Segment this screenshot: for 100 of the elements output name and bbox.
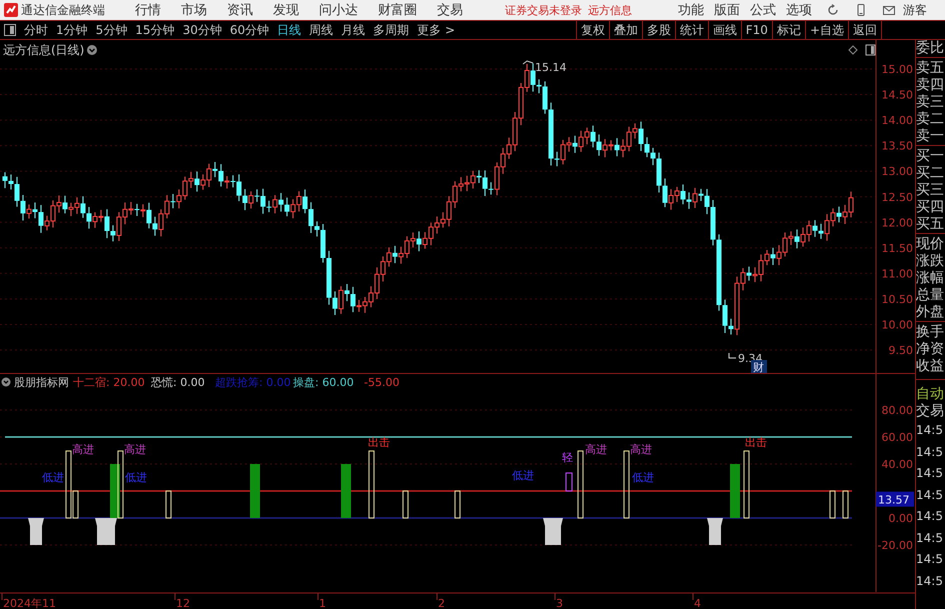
period-tab[interactable]: 月线 xyxy=(337,22,370,38)
signal-label: 低进 xyxy=(42,471,64,484)
signal-label: 轻 xyxy=(562,451,573,464)
period-tab[interactable]: 周线 xyxy=(305,22,338,38)
toolbar-button[interactable]: F10 xyxy=(740,21,772,39)
menu-item[interactable]: 问小达 xyxy=(319,1,358,19)
indicator-readout: -55.00 xyxy=(364,376,400,389)
price-tick: 10.00 xyxy=(882,318,913,332)
price-tick: 10.50 xyxy=(882,292,913,306)
high-price-label: 15.14 xyxy=(535,61,566,74)
status-notice[interactable]: 证券交易未登录 xyxy=(505,2,582,18)
signal-label: 出击 xyxy=(368,436,390,449)
price-tick: 11.00 xyxy=(882,267,913,280)
date-label: 1 xyxy=(319,597,326,609)
cursor-value-tag: 13.57 xyxy=(876,492,914,507)
toolbar-button[interactable]: +自选 xyxy=(804,21,848,39)
refresh-icon[interactable] xyxy=(826,3,840,17)
quote-label: 买一 xyxy=(916,145,945,165)
indicator-readout: 十二宿: 20.00 xyxy=(73,376,145,389)
quote-label: 卖三 xyxy=(916,94,945,111)
indicator-tick: 40.00 xyxy=(882,458,913,471)
price-tick: 12.00 xyxy=(882,216,913,230)
diamond-icon[interactable] xyxy=(848,45,858,55)
trade-time: 14:5 xyxy=(916,508,944,525)
menu-item[interactable]: 公式 xyxy=(750,1,776,19)
quote-label: 卖五 xyxy=(916,57,945,77)
price-tick: 12.50 xyxy=(882,190,913,204)
period-tab[interactable]: 30分钟 xyxy=(178,22,226,38)
chevron-icon[interactable] xyxy=(87,45,97,55)
menu-item[interactable]: 市场 xyxy=(181,1,207,19)
period-tab[interactable]: 分时 xyxy=(20,22,52,38)
price-tick: 15.00 xyxy=(882,63,913,76)
app-logo-icon xyxy=(4,3,18,17)
status-notice[interactable]: 远方信息 xyxy=(588,2,632,18)
signal-label: 出击 xyxy=(745,436,767,449)
price-tick: 14.00 xyxy=(882,114,913,128)
toolbar-button[interactable]: 叠加 xyxy=(608,21,642,39)
trade-time: 14:5 xyxy=(916,486,944,504)
price-tick: 14.50 xyxy=(882,88,913,102)
auto-mode-label[interactable]: 自动 xyxy=(916,379,945,403)
toolbar-button[interactable]: 复权 xyxy=(576,21,609,39)
quote-label: 收益 xyxy=(916,358,945,375)
indicator-tick: 0.00 xyxy=(888,512,913,525)
mail-icon[interactable] xyxy=(882,3,896,17)
price-tick: 9.50 xyxy=(888,344,913,358)
quote-label: 买三 xyxy=(916,182,945,199)
toolbar-button[interactable]: 多股 xyxy=(642,21,675,39)
date-label: 4 xyxy=(694,597,701,609)
toolbar-button[interactable]: 返回 xyxy=(848,21,882,39)
period-tab[interactable]: 5分钟 xyxy=(92,22,132,38)
quote-label: 外盘 xyxy=(916,304,945,321)
price-tick: 13.50 xyxy=(882,140,913,153)
period-tab[interactable]: 更多 > xyxy=(413,22,459,38)
signal-label: 低进 xyxy=(512,469,534,482)
trade-time: 14:5 xyxy=(916,465,944,482)
period-tab[interactable]: 60分钟 xyxy=(226,22,274,38)
indicator-tick: 60.00 xyxy=(882,431,913,444)
trade-time: 14:5 xyxy=(916,444,944,460)
panel-toggle-icon[interactable] xyxy=(866,44,876,56)
sidebar-toggle-icon[interactable] xyxy=(4,24,16,36)
date-label: 2 xyxy=(438,597,445,609)
indicator-tick: 80.00 xyxy=(882,404,913,417)
period-tab[interactable]: 多周期 xyxy=(369,22,414,38)
menu-item[interactable]: 发现 xyxy=(273,1,299,19)
menu-item[interactable]: 版面 xyxy=(714,1,740,19)
menu-item[interactable]: 行情 xyxy=(135,1,161,19)
menu-item[interactable]: 交易 xyxy=(437,1,463,19)
menu-item[interactable]: 功能 xyxy=(678,1,704,19)
quote-label: 买四 xyxy=(916,199,945,216)
menu-item[interactable]: 选项 xyxy=(786,1,812,19)
indicator-name: 股朋指标网 xyxy=(14,376,69,389)
quote-label: 卖二 xyxy=(916,111,945,128)
indicator-readout: 操盘: 60.00 xyxy=(293,376,354,389)
user-name[interactable]: 游客 xyxy=(903,2,927,18)
indicator-tick: -20.00 xyxy=(878,539,913,552)
quote-label: 涨幅 xyxy=(916,270,945,287)
leader-line xyxy=(728,352,736,358)
quote-label: 现价 xyxy=(916,233,945,253)
period-tab[interactable]: 15分钟 xyxy=(131,22,179,38)
trade-time: 14:5 xyxy=(916,422,944,439)
trade-time: 14:5 xyxy=(916,551,944,568)
toolbar-button[interactable]: 标记 xyxy=(772,21,805,39)
price-tick: 13.00 xyxy=(882,165,913,178)
quote-label: 买二 xyxy=(916,165,945,182)
trade-label: 交易 xyxy=(916,403,945,420)
chevron-icon[interactable] xyxy=(2,378,10,386)
period-tab[interactable]: 日线 xyxy=(273,22,306,38)
quote-label: 净资 xyxy=(916,341,945,358)
quote-label: 卖四 xyxy=(916,77,945,94)
period-tab[interactable]: 1分钟 xyxy=(52,22,92,38)
menu-item[interactable]: 资讯 xyxy=(227,1,253,19)
signal-label: 高进 xyxy=(124,443,146,456)
signal-label: 高进 xyxy=(72,443,94,456)
toolbar-button[interactable]: 统计 xyxy=(674,21,708,39)
app-title: 通达信金融终端 xyxy=(21,2,105,18)
indicator-readout: 恐慌: 0.00 xyxy=(151,376,205,389)
quote-label: 卖一 xyxy=(916,128,945,145)
toolbar-button[interactable]: 画线 xyxy=(708,21,741,39)
finance-badge[interactable]: 财 xyxy=(751,360,767,373)
menu-item[interactable]: 财富圈 xyxy=(378,1,417,19)
